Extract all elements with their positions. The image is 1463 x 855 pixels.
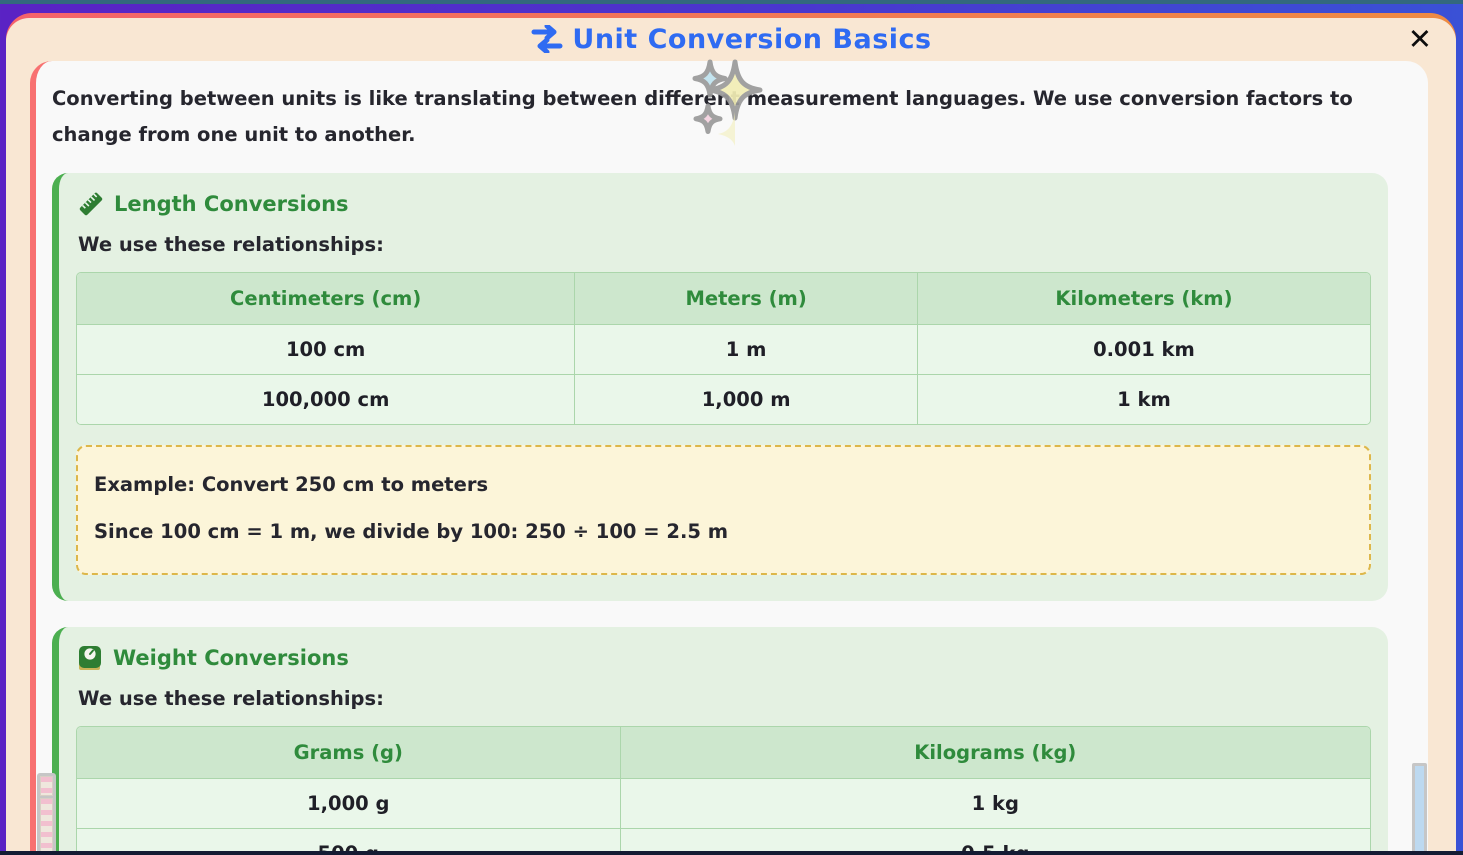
intro-paragraph: Converting between units is like transla… xyxy=(52,81,1388,153)
swap-arrows-icon xyxy=(530,25,564,53)
column-header: Kilometers (km) xyxy=(917,273,1370,325)
left-scrollbar[interactable] xyxy=(37,773,56,855)
example-detail: Since 100 cm = 1 m, we divide by 100: 25… xyxy=(94,520,1353,543)
column-header: Kilograms (kg) xyxy=(620,727,1370,779)
length-section-heading: Length Conversions xyxy=(78,191,1371,217)
table-header-row: Grams (g) Kilograms (kg) xyxy=(77,727,1370,779)
table-row: 100,000 cm 1,000 m 1 km xyxy=(77,375,1370,425)
section-sub-text: We use these relationships: xyxy=(78,687,1371,710)
table-cell: 1,000 m xyxy=(575,375,918,425)
table-cell: 100,000 cm xyxy=(77,375,575,425)
right-scrollbar[interactable] xyxy=(1412,763,1427,855)
ruler-icon xyxy=(78,191,104,217)
table-cell: 1 kg xyxy=(620,779,1370,829)
page-title: Unit Conversion Basics xyxy=(572,24,931,55)
modal-body: Unit Conversion Basics ✕ Converting betw… xyxy=(6,18,1456,855)
table-cell: 1 m xyxy=(575,325,918,375)
section-length-conversions: Length Conversions We use these relation… xyxy=(52,173,1388,601)
close-button[interactable]: ✕ xyxy=(1404,21,1436,58)
left-scrollbar-thumb[interactable] xyxy=(40,776,53,796)
unit-conversion-modal: Unit Conversion Basics ✕ Converting betw… xyxy=(6,13,1456,855)
length-conversion-table: Centimeters (cm) Meters (m) Kilometers (… xyxy=(76,272,1371,425)
window-bottom-edge xyxy=(0,851,1463,855)
example-title: Example: Convert 250 cm to meters xyxy=(94,473,1353,496)
column-header: Meters (m) xyxy=(575,273,918,325)
scale-icon xyxy=(78,645,103,671)
section-weight-conversions: Weight Conversions We use these relation… xyxy=(52,627,1388,855)
table-row: 100 cm 1 m 0.001 km xyxy=(77,325,1370,375)
modal-title: Unit Conversion Basics xyxy=(530,24,931,55)
section-heading-label: Length Conversions xyxy=(114,192,349,216)
window-top-edge xyxy=(0,0,1463,4)
section-heading-label: Weight Conversions xyxy=(113,646,349,670)
content-card: Converting between units is like transla… xyxy=(30,61,1428,855)
weight-section-heading: Weight Conversions xyxy=(78,645,1371,671)
left-scrollbar-thumb[interactable] xyxy=(40,798,53,855)
column-header: Grams (g) xyxy=(77,727,620,779)
column-header: Centimeters (cm) xyxy=(77,273,575,325)
table-row: 1,000 g 1 kg xyxy=(77,779,1370,829)
table-header-row: Centimeters (cm) Meters (m) Kilometers (… xyxy=(77,273,1370,325)
table-cell: 1,000 g xyxy=(77,779,620,829)
section-sub-text: We use these relationships: xyxy=(78,233,1371,256)
right-scrollbar-thumb[interactable] xyxy=(1415,766,1424,855)
table-cell: 0.001 km xyxy=(917,325,1370,375)
weight-conversion-table: Grams (g) Kilograms (kg) 1,000 g 1 kg 50… xyxy=(76,726,1371,855)
table-cell: 100 cm xyxy=(77,325,575,375)
modal-header: Unit Conversion Basics ✕ xyxy=(6,18,1456,60)
length-example-box: Example: Convert 250 cm to meters Since … xyxy=(76,445,1371,575)
table-cell: 1 km xyxy=(917,375,1370,425)
